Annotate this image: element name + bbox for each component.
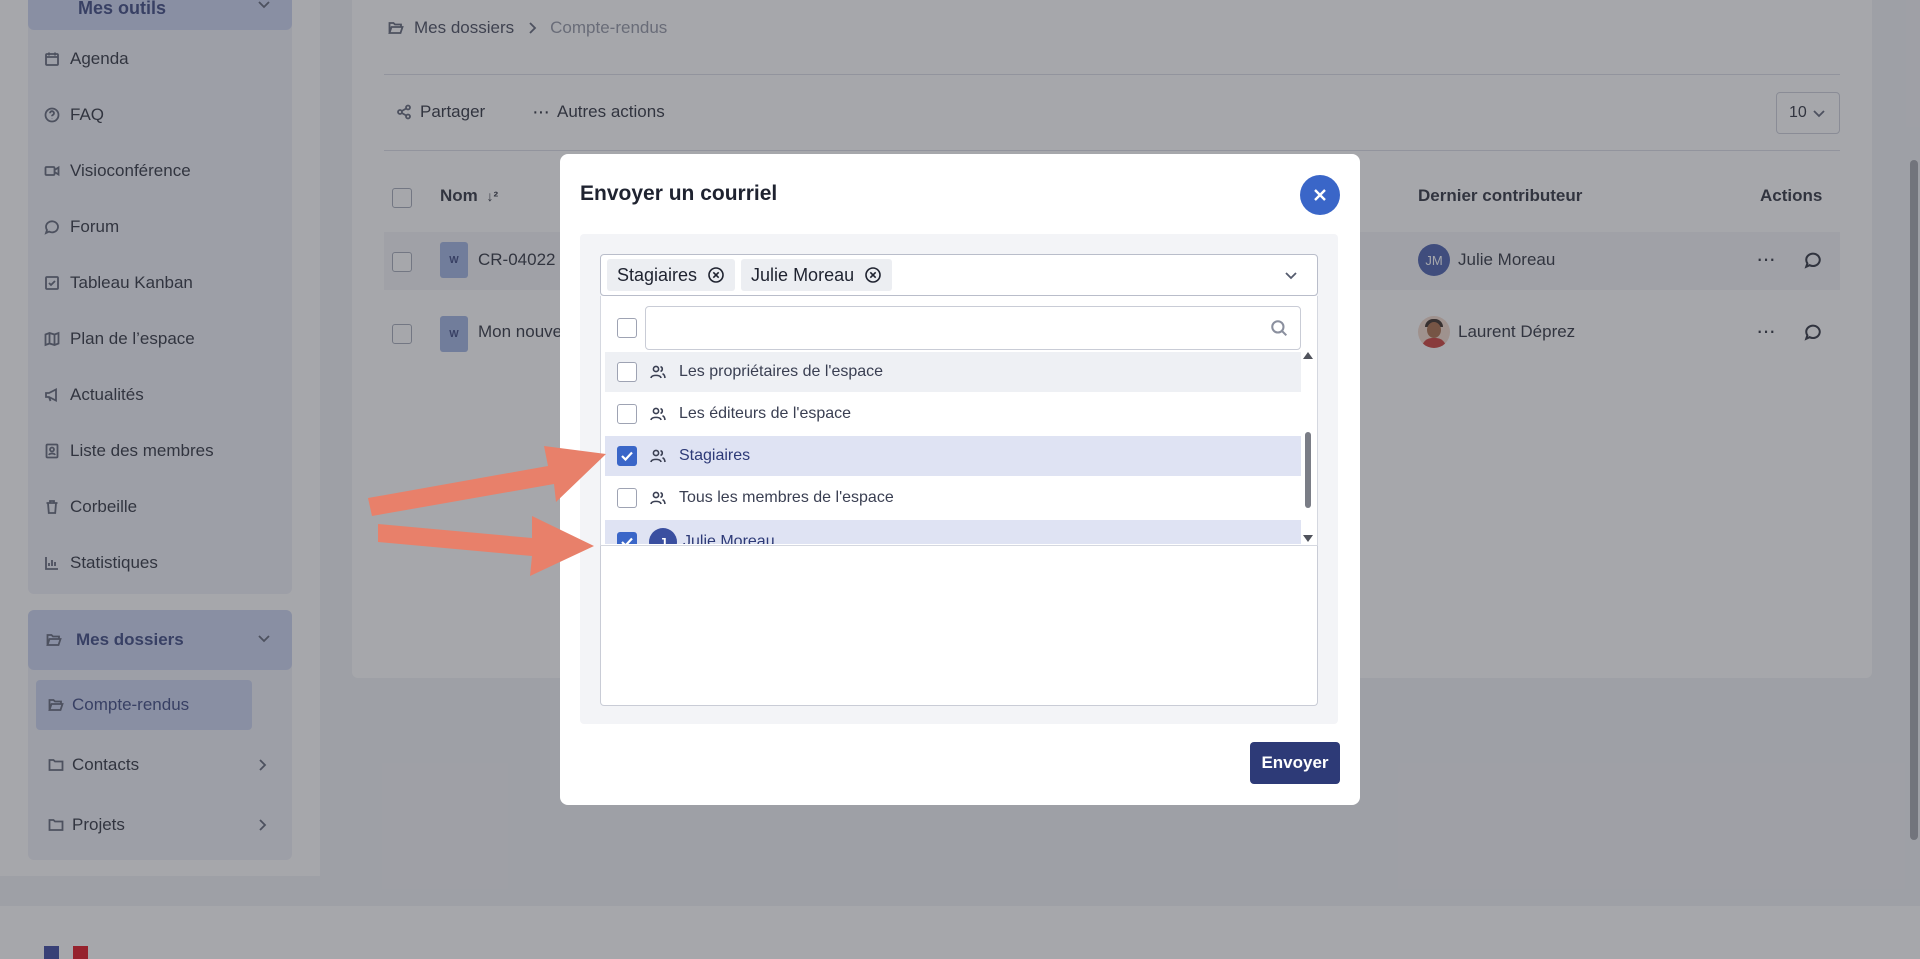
close-icon	[1314, 189, 1326, 201]
option-label: Julie Moreau	[683, 533, 775, 544]
search-input[interactable]	[656, 315, 1256, 341]
recipient-chip: Julie Moreau	[741, 259, 893, 291]
scroll-down-icon[interactable]	[1303, 535, 1313, 542]
option-label: Les éditeurs de l'espace	[679, 405, 852, 422]
list-item[interactable]: Les propriétaires de l'espace	[605, 352, 1301, 392]
scroll-up-icon[interactable]	[1303, 352, 1313, 359]
list-item[interactable]: Les éditeurs de l'espace	[605, 394, 1301, 434]
send-button[interactable]: Envoyer	[1250, 742, 1340, 784]
group-icon	[649, 405, 667, 428]
option-label: Les propriétaires de l'espace	[679, 363, 884, 380]
chevron-down-icon[interactable]	[1283, 267, 1299, 288]
list-item[interactable]: J Julie Moreau	[605, 520, 1301, 544]
close-button[interactable]	[1300, 175, 1340, 215]
modal-title: Envoyer un courriel	[580, 182, 778, 205]
dropdown-search	[645, 306, 1301, 350]
dropdown-scrollbar[interactable]	[1301, 352, 1315, 544]
email-modal: Envoyer un courriel Stagiaires Julie Mor…	[560, 154, 1360, 805]
avatar: J	[649, 528, 677, 544]
option-label: Stagiaires	[679, 447, 751, 464]
select-all-checkbox[interactable]	[617, 318, 637, 338]
option-checkbox[interactable]	[617, 362, 637, 382]
option-checkbox[interactable]	[617, 446, 637, 466]
group-icon	[649, 447, 667, 470]
option-label: Tous les membres de l'espace	[679, 489, 894, 506]
modal-body: Stagiaires Julie Moreau Les propriétaire…	[580, 234, 1338, 724]
recipient-chip-label: Stagiaires	[617, 264, 698, 285]
recipient-chip: Stagiaires	[607, 259, 736, 291]
group-icon	[649, 363, 667, 386]
search-icon	[1270, 319, 1288, 342]
recipient-chip-label: Julie Moreau	[751, 264, 855, 285]
option-checkbox[interactable]	[617, 532, 637, 544]
message-textarea[interactable]	[600, 546, 1318, 706]
remove-chip-icon[interactable]	[864, 266, 882, 284]
options-list: Les propriétaires de l'espace Les éditeu…	[605, 352, 1301, 544]
scroll-thumb[interactable]	[1305, 432, 1311, 508]
list-item[interactable]: Stagiaires	[605, 436, 1301, 476]
group-icon	[649, 489, 667, 512]
option-checkbox[interactable]	[617, 488, 637, 508]
recipients-dropdown: Les propriétaires de l'espace Les éditeu…	[600, 296, 1318, 546]
remove-chip-icon[interactable]	[707, 266, 725, 284]
option-checkbox[interactable]	[617, 404, 637, 424]
list-item[interactable]: Tous les membres de l'espace	[605, 478, 1301, 518]
recipients-field[interactable]: Stagiaires Julie Moreau	[600, 254, 1318, 296]
